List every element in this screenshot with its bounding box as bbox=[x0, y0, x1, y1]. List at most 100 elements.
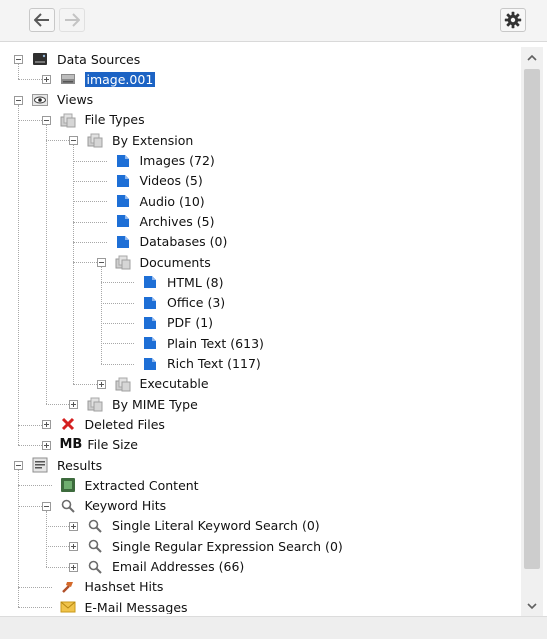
tree-node-label: Plain Text (613) bbox=[167, 335, 264, 351]
tree-connector-line bbox=[73, 180, 107, 182]
tree-node-label: Results bbox=[57, 457, 103, 473]
tree-node-by-mime-type[interactable]: By MIME Type bbox=[87, 394, 198, 414]
extracted-content-icon bbox=[60, 477, 76, 493]
folder-icon bbox=[115, 193, 131, 209]
gear-icon bbox=[504, 11, 522, 29]
folder-icon bbox=[142, 315, 158, 331]
expand-icon[interactable] bbox=[41, 420, 51, 430]
tree-node-deleted-files[interactable]: Deleted Files bbox=[60, 414, 165, 434]
tree-node-label: Keyword Hits bbox=[84, 498, 167, 514]
tree-connector-line bbox=[18, 586, 52, 588]
tree-node-label: Databases (0) bbox=[139, 234, 228, 250]
settings-button[interactable] bbox=[500, 8, 526, 32]
tree-node-e-mail-messages[interactable]: E-Mail Messages bbox=[60, 597, 188, 614]
tree-node-single-literal-keyword-search[interactable]: Single Literal Keyword Search (0) bbox=[87, 516, 320, 536]
tree-node-images[interactable]: Images (72) bbox=[115, 151, 215, 171]
expand-icon[interactable] bbox=[69, 542, 78, 552]
collapse-icon[interactable] bbox=[41, 115, 51, 125]
tree-node-by-extension[interactable]: By Extension bbox=[87, 130, 193, 150]
tree-connector-line bbox=[18, 64, 19, 80]
mb-icon: MB bbox=[59, 437, 83, 453]
scroll-up-icon[interactable] bbox=[526, 52, 538, 64]
arrow-left-icon bbox=[34, 13, 49, 27]
tree-node-audio[interactable]: Audio (10) bbox=[115, 191, 205, 211]
tree-node-label: Videos (5) bbox=[139, 173, 203, 189]
tree-node-html[interactable]: HTML (8) bbox=[142, 272, 223, 292]
tree-node-label: By Extension bbox=[112, 132, 194, 148]
tree-node-label: Extracted Content bbox=[84, 477, 199, 493]
tree-node-views[interactable]: Views bbox=[32, 90, 93, 110]
vertical-scrollbar[interactable] bbox=[521, 47, 543, 617]
tree-node-image-001[interactable]: image.001 bbox=[60, 69, 156, 89]
expand-icon[interactable] bbox=[69, 562, 78, 572]
tree-node-hashset-hits[interactable]: Hashset Hits bbox=[60, 577, 164, 597]
forward-button[interactable] bbox=[59, 8, 85, 32]
folder-icon bbox=[142, 295, 158, 311]
collapse-icon[interactable] bbox=[41, 501, 51, 511]
expand-icon[interactable] bbox=[69, 521, 78, 531]
tree-node-label: Hashset Hits bbox=[84, 579, 164, 595]
tree-connector-line bbox=[100, 323, 134, 325]
folder-icon bbox=[142, 335, 158, 351]
tree-node-executable[interactable]: Executable bbox=[115, 374, 209, 394]
file-types-icon bbox=[115, 254, 131, 270]
file-types-icon bbox=[87, 396, 103, 412]
collapse-icon[interactable] bbox=[14, 461, 23, 470]
tree-node-extracted-content[interactable]: Extracted Content bbox=[60, 475, 199, 495]
tree-node-label: Email Addresses (66) bbox=[112, 559, 245, 574]
tree-node-videos[interactable]: Videos (5) bbox=[115, 171, 203, 191]
disk-image-icon bbox=[60, 71, 76, 87]
folder-icon bbox=[115, 213, 131, 229]
expand-icon[interactable] bbox=[41, 75, 51, 85]
expand-icon[interactable] bbox=[41, 440, 51, 450]
tree-node-archives[interactable]: Archives (5) bbox=[115, 211, 215, 231]
tree-node-data-sources[interactable]: Data Sources bbox=[32, 49, 140, 69]
collapse-icon[interactable] bbox=[96, 258, 106, 267]
tree-node-rich-text[interactable]: Rich Text (117) bbox=[142, 354, 261, 374]
expand-icon[interactable] bbox=[96, 379, 106, 389]
tree-node-label: Data Sources bbox=[57, 51, 141, 67]
folder-icon bbox=[142, 274, 158, 290]
tree-node-pdf[interactable]: PDF (1) bbox=[142, 313, 213, 333]
tree-view[interactable]: Data Sources image.001 Views File Types By E… bbox=[10, 44, 544, 614]
results-icon bbox=[32, 457, 48, 473]
hashset-icon bbox=[60, 579, 76, 595]
back-button[interactable] bbox=[29, 8, 55, 32]
collapse-icon[interactable] bbox=[14, 95, 23, 105]
tree-connector-line bbox=[18, 485, 52, 487]
tree-node-label: Archives (5) bbox=[139, 213, 215, 229]
collapse-icon[interactable] bbox=[14, 55, 23, 64]
tree-node-single-regular-expression-search[interactable]: Single Regular Expression Search (0) bbox=[87, 536, 343, 556]
tree-connector-line bbox=[73, 241, 107, 243]
expand-icon[interactable] bbox=[69, 400, 78, 410]
scrollbar-thumb[interactable] bbox=[524, 69, 540, 569]
collapse-icon[interactable] bbox=[69, 136, 78, 146]
tree-node-label: Deleted Files bbox=[84, 416, 165, 432]
tree-connector-line bbox=[100, 363, 134, 365]
toolbar bbox=[0, 0, 547, 42]
tree-node-office[interactable]: Office (3) bbox=[142, 293, 225, 313]
tree-node-results[interactable]: Results bbox=[32, 455, 102, 475]
tree-node-email-addresses[interactable]: Email Addresses (66) bbox=[87, 557, 244, 577]
magnifier-icon bbox=[87, 559, 103, 575]
folder-icon bbox=[115, 234, 131, 250]
status-bar bbox=[0, 616, 547, 639]
tree-node-keyword-hits[interactable]: Keyword Hits bbox=[60, 496, 167, 516]
scroll-down-icon[interactable] bbox=[526, 600, 538, 612]
folder-icon bbox=[115, 153, 131, 169]
tree-node-plain-text[interactable]: Plain Text (613) bbox=[142, 333, 264, 353]
envelope-icon bbox=[60, 599, 76, 614]
magnifier-icon bbox=[87, 518, 103, 534]
tree-node-file-types[interactable]: File Types bbox=[60, 110, 145, 130]
tree-node-label: image.001 bbox=[84, 71, 156, 87]
tree-node-label: File Types bbox=[84, 112, 145, 128]
hdd-icon bbox=[32, 51, 48, 67]
tree-node-documents[interactable]: Documents bbox=[115, 252, 211, 272]
tree-connector-line bbox=[73, 201, 107, 203]
tree-node-label: HTML (8) bbox=[167, 274, 224, 290]
tree-node-file-size[interactable]: MB File Size bbox=[60, 435, 138, 455]
tree-connector-line bbox=[18, 607, 52, 609]
folder-icon bbox=[115, 173, 131, 189]
tree-node-label: Images (72) bbox=[139, 153, 215, 168]
tree-node-databases[interactable]: Databases (0) bbox=[115, 232, 228, 252]
